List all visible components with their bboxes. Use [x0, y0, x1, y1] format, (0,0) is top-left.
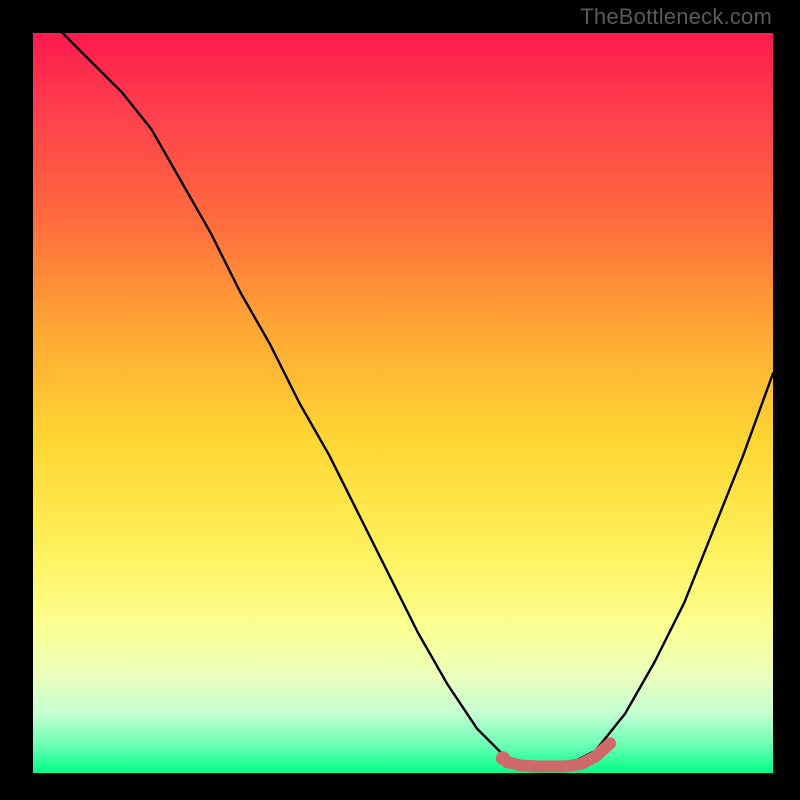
optimal-marker: [496, 751, 510, 765]
chart-svg: [33, 33, 773, 773]
optimal-range-line: [507, 743, 611, 766]
bottleneck-curve: [63, 33, 773, 766]
plot-area: [33, 33, 773, 773]
chart-frame: TheBottleneck.com: [0, 0, 800, 800]
attribution-text: TheBottleneck.com: [580, 4, 772, 30]
